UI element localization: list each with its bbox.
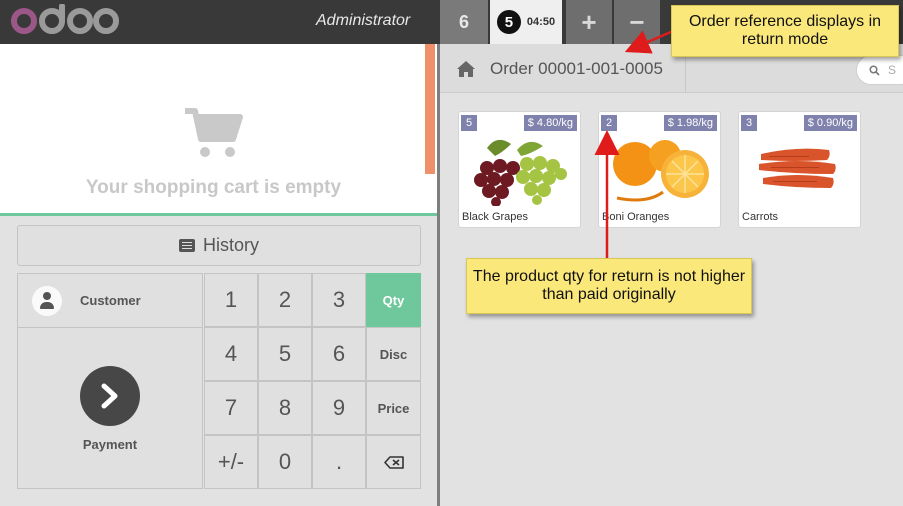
search-input[interactable]: S bbox=[856, 55, 903, 85]
cart-divider bbox=[0, 213, 437, 216]
payment-button[interactable]: Payment bbox=[17, 327, 203, 489]
order-reference: Order 00001-001-0005 bbox=[490, 59, 663, 78]
home-icon[interactable] bbox=[456, 60, 476, 78]
oranges-image bbox=[613, 140, 709, 202]
order-tab-number: 5 bbox=[496, 10, 521, 34]
product-price-badge: $ 0.90/kg bbox=[803, 115, 857, 131]
history-icon bbox=[178, 239, 195, 252]
customer-button[interactable]: Customer bbox=[17, 273, 203, 328]
backspace-button[interactable] bbox=[366, 435, 421, 489]
numpad-key-dot[interactable]: . bbox=[312, 435, 366, 489]
product-card-black-grapes[interactable]: 5 $ 4.80/kg Black Grapes bbox=[458, 111, 581, 228]
numpad: 1 2 3 Qty 4 5 6 Disc 7 8 9 Price +/- 0 . bbox=[204, 273, 421, 489]
search-placeholder: S bbox=[888, 63, 897, 77]
pane-divider bbox=[437, 44, 440, 506]
product-name: Black Grapes bbox=[462, 211, 529, 223]
order-tab-time: 04:50 bbox=[526, 16, 556, 28]
user-icon bbox=[32, 285, 62, 316]
mode-disc-button[interactable]: Disc bbox=[366, 327, 421, 381]
product-qty-badge: 3 bbox=[741, 115, 757, 131]
odoo-logo bbox=[11, 4, 119, 34]
product-name: Carrots bbox=[742, 211, 779, 223]
numpad-key-1[interactable]: 1 bbox=[204, 273, 258, 327]
add-order-button[interactable]: + bbox=[566, 0, 612, 44]
order-reference-callout: Order reference displays in return mode bbox=[671, 5, 899, 57]
carrots-image bbox=[759, 148, 836, 188]
grapes-image bbox=[474, 139, 567, 206]
product-qty-badge: 2 bbox=[601, 115, 617, 131]
return-qty-callout: The product qty for return is not higher… bbox=[466, 258, 752, 314]
numpad-key-8[interactable]: 8 bbox=[258, 381, 312, 435]
payment-label: Payment bbox=[82, 437, 138, 452]
product-price-badge: $ 4.80/kg bbox=[523, 115, 577, 131]
numpad-key-0[interactable]: 0 bbox=[258, 435, 312, 489]
shopping-cart-icon bbox=[185, 108, 243, 157]
product-card-boni-oranges[interactable]: 2 $ 1.98/kg Boni Oranges bbox=[598, 111, 721, 228]
backspace-icon bbox=[383, 455, 404, 469]
mode-price-button[interactable]: Price bbox=[366, 381, 421, 435]
numpad-key-sign[interactable]: +/- bbox=[204, 435, 258, 489]
product-card-carrots[interactable]: 3 $ 0.90/kg Carrots bbox=[738, 111, 861, 228]
product-name: Boni Oranges bbox=[602, 211, 670, 223]
history-button[interactable]: History bbox=[17, 225, 421, 266]
order-tab-6[interactable]: 6 bbox=[440, 0, 488, 44]
remove-order-button[interactable]: − bbox=[614, 0, 660, 44]
order-tab-5[interactable]: 5 04:50 bbox=[490, 0, 562, 44]
numpad-key-6[interactable]: 6 bbox=[312, 327, 366, 381]
product-qty-badge: 5 bbox=[461, 115, 477, 131]
customer-label: Customer bbox=[80, 293, 141, 308]
order-cart: Your shopping cart is empty bbox=[0, 44, 437, 214]
numpad-key-4[interactable]: 4 bbox=[204, 327, 258, 381]
numpad-key-9[interactable]: 9 bbox=[312, 381, 366, 435]
numpad-key-3[interactable]: 3 bbox=[312, 273, 366, 327]
search-icon bbox=[869, 64, 880, 76]
product-price-badge: $ 1.98/kg bbox=[663, 115, 717, 131]
chevron-right-icon bbox=[80, 366, 140, 426]
cart-scrollbar[interactable] bbox=[425, 44, 435, 174]
cart-empty-message: Your shopping cart is empty bbox=[85, 177, 342, 198]
numpad-key-2[interactable]: 2 bbox=[258, 273, 312, 327]
numpad-key-5[interactable]: 5 bbox=[258, 327, 312, 381]
pos-screen: Administrator 6 5 04:50 + − Your shoppin… bbox=[0, 0, 903, 506]
user-name[interactable]: Administrator bbox=[316, 12, 410, 30]
numpad-key-7[interactable]: 7 bbox=[204, 381, 258, 435]
history-label: History bbox=[202, 235, 259, 255]
mode-qty-button[interactable]: Qty bbox=[366, 273, 421, 327]
